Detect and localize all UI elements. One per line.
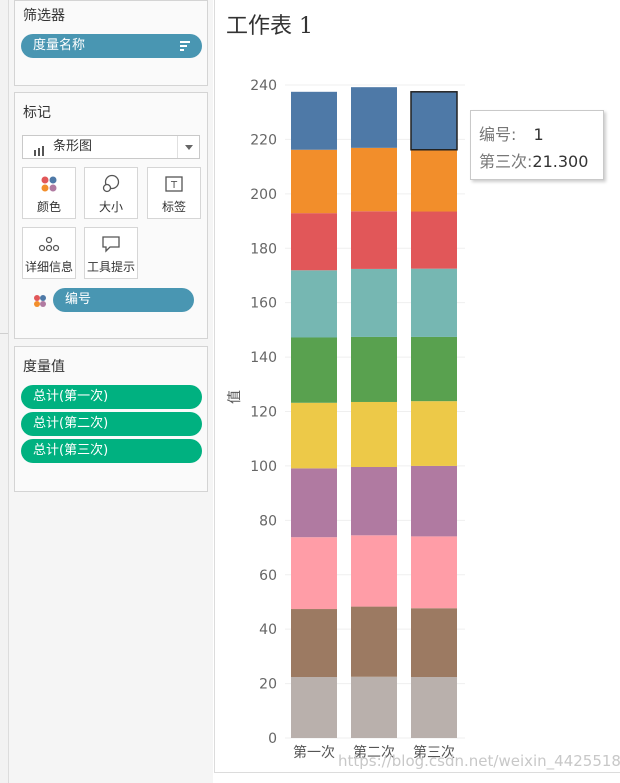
mark-type-dropdown[interactable]: 条形图 xyxy=(22,135,200,159)
x-tick-label: 第一次 xyxy=(293,744,335,761)
detail-button[interactable]: 详细信息 xyxy=(22,227,76,279)
y-tick-label: 140 xyxy=(250,350,277,366)
speech-bubble-icon xyxy=(85,228,137,258)
measure-values-title: 度量值 xyxy=(23,359,65,375)
bar-chart-icon xyxy=(34,142,46,156)
bar-segment[interactable] xyxy=(411,677,457,738)
tooltip-key-number: 编号: xyxy=(479,125,517,144)
filters-card: 筛选器 度量名称 xyxy=(14,0,208,86)
tooltip-button[interactable]: 工具提示 xyxy=(84,227,138,279)
sheet-title: 工作表 1 xyxy=(226,14,313,39)
tooltip-button-label: 工具提示 xyxy=(86,260,135,274)
left-edge-strip xyxy=(0,0,9,783)
y-axis-label: 值 xyxy=(227,390,243,404)
sort-icon xyxy=(180,41,190,51)
bar-segment[interactable] xyxy=(291,337,337,403)
measure-pill-second[interactable]: 总计(第二次) xyxy=(21,412,202,436)
y-tick-label: 200 xyxy=(250,187,277,203)
shelves-column: 筛选器 度量名称 标记 条形图 颜色 大小 T 标签 详细信息 工具提示 编号 … xyxy=(9,0,213,783)
color-legend-icon xyxy=(33,293,47,307)
bar-segment[interactable] xyxy=(411,211,457,269)
y-tick-label: 0 xyxy=(268,731,277,747)
view-divider xyxy=(214,0,215,773)
bar-segment[interactable] xyxy=(351,401,397,468)
chevron-down-icon[interactable] xyxy=(177,136,199,158)
bar-segment[interactable] xyxy=(411,536,457,609)
bar-segment[interactable] xyxy=(411,465,457,537)
text-label-icon: T xyxy=(148,168,200,198)
bar-segment[interactable] xyxy=(351,606,397,677)
label-button[interactable]: T 标签 xyxy=(147,167,201,219)
bar-segment[interactable] xyxy=(291,149,337,214)
measure-pill-first-label: 总计(第一次) xyxy=(33,389,109,404)
color-button[interactable]: 颜色 xyxy=(22,167,76,219)
detail-button-label: 详细信息 xyxy=(24,260,73,274)
bar-segment[interactable] xyxy=(351,336,397,402)
color-dots-icon xyxy=(23,168,75,198)
tooltip-value-number: 1 xyxy=(533,125,544,144)
filters-title: 筛选器 xyxy=(23,8,65,24)
bar-segment[interactable] xyxy=(291,468,337,538)
y-tick-label: 100 xyxy=(250,459,277,475)
y-tick-label: 40 xyxy=(259,622,277,638)
y-tick-label: 60 xyxy=(259,568,277,584)
measure-values-card: 度量值 总计(第一次) 总计(第二次) 总计(第三次) xyxy=(14,346,208,492)
measure-pill-third[interactable]: 总计(第三次) xyxy=(21,439,202,463)
bar-segment[interactable] xyxy=(351,676,397,738)
color-button-label: 颜色 xyxy=(36,200,61,214)
y-tick-label: 20 xyxy=(259,677,277,693)
bar-segment[interactable] xyxy=(351,147,397,212)
bar-segment[interactable] xyxy=(411,608,457,678)
bar-segment[interactable] xyxy=(411,401,457,466)
size-icon xyxy=(85,168,137,198)
y-tick-label: 220 xyxy=(250,132,277,148)
watermark-text: https://blog.csdn.net/weixin_44255182 xyxy=(338,752,620,770)
bar-segment[interactable] xyxy=(411,149,457,212)
bar-segment[interactable] xyxy=(351,268,397,337)
bar-segment[interactable] xyxy=(411,336,457,402)
label-button-label: 标签 xyxy=(161,200,186,214)
bar-segment[interactable] xyxy=(291,91,337,150)
bar-segment[interactable] xyxy=(291,609,337,678)
bar-segment[interactable] xyxy=(291,677,337,738)
number-field-pill-label: 编号 xyxy=(65,292,92,307)
bar-segment[interactable] xyxy=(291,270,337,338)
number-field-pill[interactable]: 编号 xyxy=(53,288,194,312)
bar-segment[interactable] xyxy=(351,535,397,607)
measure-names-pill-label: 度量名称 xyxy=(33,38,86,53)
y-tick-label: 120 xyxy=(250,405,277,421)
bar-segment[interactable] xyxy=(351,87,397,148)
size-button-label: 大小 xyxy=(98,200,123,214)
bar-segment[interactable] xyxy=(291,537,337,610)
svg-text:T: T xyxy=(170,180,178,191)
measure-pill-third-label: 总计(第三次) xyxy=(33,443,109,458)
hover-tooltip: 编号: 1 第三次:21.300 xyxy=(470,110,604,180)
measure-names-pill[interactable]: 度量名称 xyxy=(21,34,202,58)
marks-title: 标记 xyxy=(23,105,51,121)
bar-segment[interactable] xyxy=(411,268,457,337)
y-tick-label: 180 xyxy=(250,241,277,257)
tooltip-key-third: 第三次: xyxy=(479,152,533,171)
view-bottom-border xyxy=(214,772,620,773)
marks-card: 标记 条形图 颜色 大小 T 标签 详细信息 工具提示 编号 xyxy=(14,92,208,339)
measure-pill-first[interactable]: 总计(第一次) xyxy=(21,385,202,409)
measure-pill-second-label: 总计(第二次) xyxy=(33,416,109,431)
y-tick-label: 160 xyxy=(250,296,277,312)
bar-segment[interactable] xyxy=(291,213,337,271)
y-tick-label: 240 xyxy=(250,78,277,94)
mark-type-label: 条形图 xyxy=(53,139,93,154)
size-button[interactable]: 大小 xyxy=(84,167,138,219)
bar-segment-highlighted[interactable] xyxy=(410,91,458,151)
bar-segment[interactable] xyxy=(351,211,397,269)
bar-segment[interactable] xyxy=(291,402,337,469)
detail-dots-icon xyxy=(23,228,75,258)
bar-segment[interactable] xyxy=(351,467,397,536)
tooltip-value-third: 21.300 xyxy=(532,152,589,171)
y-tick-label: 80 xyxy=(259,513,277,529)
